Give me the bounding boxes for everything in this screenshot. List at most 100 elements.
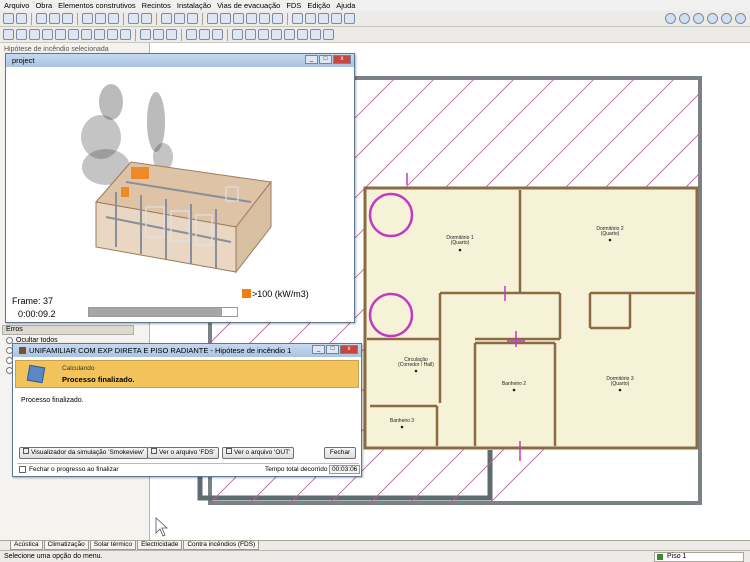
undo-icon[interactable] — [128, 13, 139, 24]
menu-instalacao[interactable]: Instalação — [177, 1, 211, 10]
match-icon[interactable] — [258, 29, 269, 40]
pencil-icon[interactable] — [232, 29, 243, 40]
close-dialog-button[interactable]: Fechar — [324, 447, 356, 459]
zoom-out-icon[interactable] — [233, 13, 244, 24]
house-icon[interactable] — [16, 29, 27, 40]
menu-ajuda[interactable]: Ajuda — [336, 1, 355, 10]
minimize-button[interactable]: _ — [305, 55, 318, 64]
print-icon[interactable] — [707, 13, 718, 24]
web-icon[interactable] — [679, 13, 690, 24]
wall-icon[interactable] — [81, 29, 92, 40]
elapsed-time-value: 00:03:06 — [329, 465, 361, 474]
help-icon[interactable] — [665, 13, 676, 24]
save-icon[interactable] — [16, 13, 27, 24]
toolbar-separator — [287, 12, 288, 25]
hydrant-icon[interactable] — [166, 29, 177, 40]
rotate-icon[interactable] — [272, 13, 283, 24]
calculation-window-titlebar[interactable]: UNIFAMILIAR COM EXP DIRETA E PISO RADIAN… — [13, 344, 361, 357]
menu-obra[interactable]: Obra — [35, 1, 52, 10]
menu-recintos[interactable]: Recintos — [142, 1, 171, 10]
slab-icon[interactable] — [94, 29, 105, 40]
extinguisher-icon[interactable] — [153, 29, 164, 40]
layers-icon[interactable] — [108, 13, 119, 24]
pan-icon[interactable] — [259, 13, 270, 24]
menu-vias[interactable]: Vias de evacuação — [217, 1, 280, 10]
select-icon[interactable] — [36, 13, 47, 24]
floor-label: Piso 1 — [667, 553, 687, 560]
edit-icon[interactable] — [3, 29, 14, 40]
render-icon[interactable] — [305, 13, 316, 24]
update-icon[interactable] — [735, 13, 746, 24]
stairs-icon[interactable] — [68, 29, 79, 40]
close-on-finish-checkbox[interactable]: Fechar o progresso ao finalizar — [19, 466, 119, 473]
table-icon[interactable] — [82, 13, 93, 24]
minimize-button[interactable]: _ — [312, 345, 325, 354]
smokeview-render[interactable] — [6, 67, 354, 297]
calculation-window[interactable]: UNIFAMILIAR COM EXP DIRETA E PISO RADIAN… — [12, 343, 362, 477]
close-button[interactable]: x — [340, 345, 358, 354]
divider — [17, 463, 359, 464]
banner-small-text: Calculando — [62, 365, 95, 372]
maximize-button[interactable]: □ — [326, 345, 339, 354]
check-icon[interactable] — [323, 29, 334, 40]
smokeview-button-label: Visualizador da simulação 'Smokeview' — [31, 449, 144, 456]
grid-icon[interactable] — [318, 13, 329, 24]
panel-icon[interactable] — [42, 29, 53, 40]
redo-icon[interactable] — [141, 13, 152, 24]
floor-icon[interactable] — [174, 13, 185, 24]
window-icon[interactable] — [55, 29, 66, 40]
smokeview-button[interactable]: Visualizador da simulação 'Smokeview' — [19, 447, 148, 459]
floor-indicator[interactable]: Piso 1 — [654, 552, 744, 562]
trim-icon[interactable] — [271, 29, 282, 40]
delete-icon[interactable] — [62, 13, 73, 24]
tab-electricidade[interactable]: Electricidade — [137, 541, 183, 550]
new-file-icon[interactable] — [3, 13, 14, 24]
zoom-window-icon[interactable] — [207, 13, 218, 24]
copy-icon[interactable] — [49, 13, 60, 24]
tab-solar[interactable]: Solar térmico — [89, 541, 137, 550]
view-fds-button[interactable]: Ver o arquivo 'FDS' — [147, 447, 219, 459]
cut-icon[interactable] — [297, 29, 308, 40]
measure-icon[interactable] — [186, 29, 197, 40]
snap-icon[interactable] — [331, 13, 342, 24]
view-3d-icon[interactable] — [292, 13, 303, 24]
cube-icon — [26, 364, 46, 384]
floor-down-icon[interactable] — [187, 13, 198, 24]
playback-progress-bar[interactable] — [88, 307, 238, 317]
view-out-button-label: Ver o arquivo 'OUT' — [234, 449, 291, 456]
roof-icon[interactable] — [107, 29, 118, 40]
close-button[interactable]: x — [333, 55, 351, 64]
move-icon[interactable] — [245, 29, 256, 40]
dimension-icon[interactable] — [199, 29, 210, 40]
project-window[interactable]: project _ □ x Frame: 37 0:00:09.2 >100 (… — [5, 53, 355, 323]
tab-acustica[interactable]: Acústica — [10, 541, 43, 550]
key-icon[interactable] — [29, 29, 40, 40]
zoom-all-icon[interactable] — [246, 13, 257, 24]
status-text: Selecione uma opção do menu. — [4, 553, 103, 560]
tab-climatizacao[interactable]: Climatização — [43, 541, 89, 550]
menu-arquivo[interactable]: Arquivo — [4, 1, 29, 10]
info-icon[interactable] — [721, 13, 732, 24]
text-icon[interactable] — [212, 29, 223, 40]
maximize-button[interactable]: □ — [319, 55, 332, 64]
settings-icon[interactable] — [693, 13, 704, 24]
zoom-in-icon[interactable] — [220, 13, 231, 24]
toolbar-separator — [31, 12, 32, 25]
split-icon[interactable] — [284, 29, 295, 40]
errors-section-header[interactable]: Erros — [2, 325, 134, 335]
menu-edicao[interactable]: Edição — [307, 1, 330, 10]
toolbar-separator — [156, 12, 157, 25]
view-out-button[interactable]: Ver o arquivo 'OUT' — [222, 447, 295, 459]
binoculars-icon[interactable] — [344, 13, 355, 24]
floor-up-icon[interactable] — [161, 13, 172, 24]
room-icon[interactable] — [120, 29, 131, 40]
rubber-icon[interactable] — [310, 29, 321, 40]
list-icon[interactable] — [95, 13, 106, 24]
tab-contra-incendios[interactable]: Contra incêndios (FDS) — [183, 541, 260, 550]
project-window-titlebar[interactable]: project — [6, 54, 354, 67]
window-controls: _ □ x — [312, 345, 358, 354]
fire-icon[interactable] — [140, 29, 151, 40]
checkbox-box[interactable] — [19, 466, 26, 473]
menu-elementos[interactable]: Elementos construtivos — [58, 1, 136, 10]
menu-fds[interactable]: FDS — [286, 1, 301, 10]
